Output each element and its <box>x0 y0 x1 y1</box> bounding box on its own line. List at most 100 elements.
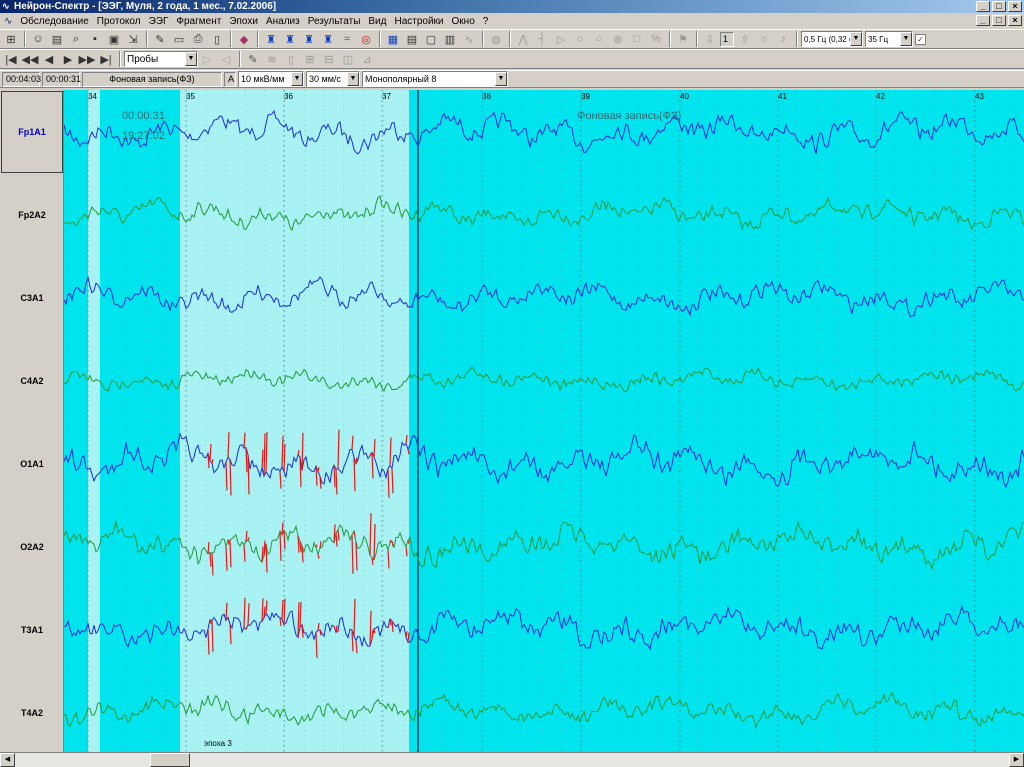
probe-prev-icon[interactable]: ◁ <box>217 51 235 67</box>
report-icon[interactable]: ▭ <box>170 31 188 47</box>
archive-icon[interactable]: ▣ <box>105 31 123 47</box>
chevron-down-icon[interactable]: ▼ <box>495 72 507 86</box>
scroll-thumb[interactable] <box>150 753 190 767</box>
down-arrow-icon[interactable]: ⇩ <box>701 31 719 47</box>
electrode-1-icon[interactable]: ♜ <box>262 31 280 47</box>
chevron-down-icon[interactable]: ▼ <box>347 72 359 86</box>
layout-1-icon[interactable]: ▦ <box>384 31 402 47</box>
forward-icon[interactable]: ▶ <box>59 51 77 67</box>
back-icon[interactable]: ◀ <box>40 51 58 67</box>
stim-1-icon[interactable]: ✎ <box>244 51 262 67</box>
save-icon[interactable]: ▪ <box>86 31 104 47</box>
stim-5-icon[interactable]: ⊟ <box>320 51 338 67</box>
channel-label-c3a1[interactable]: C3A1 <box>0 293 64 303</box>
peak-icon[interactable]: ⋀ <box>514 31 532 47</box>
low-filter-select[interactable]: 0,5 Гц (0,32 с) ▼ <box>801 31 863 47</box>
channel-label-o1a1[interactable]: O1A1 <box>0 459 64 469</box>
electrode-4-icon[interactable]: ♜ <box>319 31 337 47</box>
electrode-3-icon[interactable]: ♜ <box>300 31 318 47</box>
light-icon[interactable]: ☼ <box>755 31 773 47</box>
channel-list: Fp1A1 Fp2A2 C3A1 C4A2 O1A1 O2A2 T3A1 T4A… <box>0 90 64 752</box>
chevron-down-icon[interactable]: ▼ <box>291 72 303 86</box>
percent-icon[interactable]: % <box>647 31 665 47</box>
fast-forward-icon[interactable]: ▶▶ <box>78 51 96 67</box>
channel-label-o2a2[interactable]: O2A2 <box>0 542 64 552</box>
chevron-down-icon[interactable]: ▼ <box>900 32 912 46</box>
up-arrow-icon[interactable]: ⇧ <box>736 31 754 47</box>
mapping-icon[interactable]: ≈ <box>338 31 356 47</box>
fast-back-icon[interactable]: ◀◀ <box>21 51 39 67</box>
menu-view[interactable]: Вид <box>364 16 390 27</box>
tree-icon[interactable]: ⊞ <box>2 31 20 47</box>
probe-next-icon[interactable]: ▷ <box>198 51 216 67</box>
stim-3-icon[interactable]: ▯ <box>282 51 300 67</box>
sensitivity-select[interactable]: 10 мкВ/мм ▼ <box>238 71 304 87</box>
mdi-restore-button[interactable]: □ <box>992 15 1006 26</box>
layout-4-icon[interactable]: ▥ <box>441 31 459 47</box>
horizontal-scrollbar[interactable]: ◀ ▶ <box>0 752 1024 767</box>
menu-settings[interactable]: Настройки <box>390 16 447 27</box>
signal-icon[interactable]: ∿ <box>460 31 478 47</box>
sound-icon[interactable]: ♪ <box>774 31 792 47</box>
globe-icon[interactable]: ◍ <box>487 31 505 47</box>
channel-label-t4a2[interactable]: T4A2 <box>0 708 64 718</box>
search-icon[interactable]: ⌕ <box>67 31 85 47</box>
chevron-down-icon[interactable]: ▼ <box>850 32 862 46</box>
last-page-icon[interactable]: ▶| <box>97 51 115 67</box>
stim-6-icon[interactable]: ◫ <box>339 51 357 67</box>
menu-window[interactable]: Окно <box>448 16 479 27</box>
menu-protocol[interactable]: Протокол <box>93 16 145 27</box>
channel-label-c4a2[interactable]: C4A2 <box>0 376 64 386</box>
menu-epochs[interactable]: Эпохи <box>225 16 262 27</box>
layout-3-icon[interactable]: ▢ <box>422 31 440 47</box>
high-filter-select[interactable]: 35 Гц ▼ <box>865 31 913 47</box>
flag-icon[interactable]: ⚑ <box>674 31 692 47</box>
target-icon[interactable]: ◎ <box>357 31 375 47</box>
montage-select[interactable]: Монополярный 8 ▼ <box>362 71 508 87</box>
chevron-down-icon[interactable]: ▼ <box>185 52 197 66</box>
speed-select[interactable]: 30 мм/с ▼ <box>306 71 360 87</box>
channel-label-fp2a2[interactable]: Fp2A2 <box>0 210 64 220</box>
preview-icon[interactable]: ▯ <box>208 31 226 47</box>
menu-analysis[interactable]: Анализ <box>262 16 304 27</box>
edit-icon[interactable]: ✎ <box>151 31 169 47</box>
marker-icon[interactable]: ┤ <box>533 31 551 47</box>
patient-icon[interactable]: ☺ <box>29 31 47 47</box>
scroll-right-button[interactable]: ▶ <box>1009 753 1024 767</box>
stim-4-icon[interactable]: ⊞ <box>301 51 319 67</box>
menu-results[interactable]: Результаты <box>304 16 365 27</box>
stim-7-icon[interactable]: ⊿ <box>358 51 376 67</box>
mdi-minimize-button[interactable]: _ <box>976 15 990 26</box>
menu-fragment[interactable]: Фрагмент <box>172 16 225 27</box>
open-icon[interactable]: ▤ <box>48 31 66 47</box>
menu-eeg[interactable]: ЭЭГ <box>145 16 173 27</box>
scroll-left-button[interactable]: ◀ <box>0 753 15 767</box>
amplitude-button[interactable]: A <box>224 71 236 87</box>
notch-checkbox[interactable]: ✓ <box>915 33 926 45</box>
mdi-close-button[interactable]: × <box>1008 15 1022 26</box>
menu-app-icon[interactable]: ∿ <box>0 16 16 27</box>
channel-label-fp1a1[interactable]: Fp1A1 <box>0 127 64 137</box>
print-icon[interactable]: ⎙ <box>189 31 207 47</box>
close-button[interactable]: × <box>1008 1 1022 12</box>
toolbar-separator <box>509 31 511 47</box>
export-icon[interactable]: ⇲ <box>124 31 142 47</box>
probes-select[interactable]: Пробы ▼ <box>124 51 198 67</box>
square-icon[interactable]: □ <box>628 31 646 47</box>
stim-2-icon[interactable]: ≋ <box>263 51 281 67</box>
electrode-2-icon[interactable]: ♜ <box>281 31 299 47</box>
page-number-field[interactable]: 1 <box>720 31 734 47</box>
book-icon[interactable]: ◆ <box>235 31 253 47</box>
maximize-button[interactable]: □ <box>992 1 1006 12</box>
stop-icon[interactable]: ○ <box>590 31 608 47</box>
photostim-icon[interactable]: ⊛ <box>609 31 627 47</box>
menu-help[interactable]: ? <box>479 16 493 27</box>
layout-2-icon[interactable]: ▤ <box>403 31 421 47</box>
record-icon[interactable]: ○ <box>571 31 589 47</box>
first-page-icon[interactable]: |◀ <box>2 51 20 67</box>
menu-examination[interactable]: Обследование <box>16 16 92 27</box>
channel-label-t3a1[interactable]: T3A1 <box>0 625 64 635</box>
minimize-button[interactable]: _ <box>976 1 990 12</box>
eeg-trace-area[interactable]: 00:00:31 19:27:02 Фоновая запись(ФЗ) эпо… <box>64 90 1024 752</box>
play-icon[interactable]: ▷ <box>552 31 570 47</box>
